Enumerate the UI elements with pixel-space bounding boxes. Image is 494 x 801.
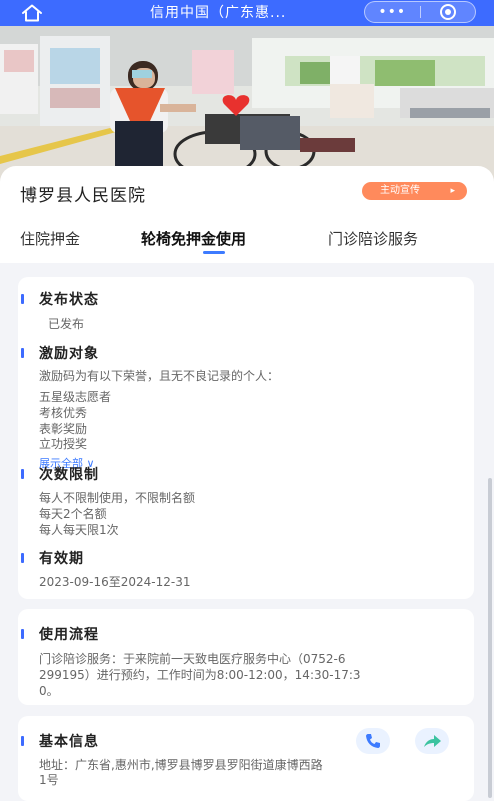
limit-item: 每人每天限1次	[39, 523, 119, 537]
home-icon	[22, 4, 42, 22]
incentive-title: 激励对象	[39, 346, 99, 362]
tab-wheelchair-deposit-free[interactable]: 轮椅免押金使用	[141, 228, 246, 249]
hospital-photo	[0, 26, 494, 184]
top-nav-bar: 信用中国（广东惠... •••	[0, 0, 494, 26]
chevron-right-icon: ▸	[450, 186, 455, 196]
tab-inpatient-deposit[interactable]: 住院押金	[20, 228, 80, 249]
details-card: 发布状态 已发布 激励对象 激励码为有以下荣誉，且无不良记录的个人： 五星级志愿…	[18, 277, 474, 599]
address-line: 地址：广东省,惠州市,博罗县博罗县罗阳街道康博西路	[39, 758, 323, 772]
usage-process-card: 使用流程 门诊陪诊服务：于来院前一天致电医疗服务中心（0752-6 299195…	[18, 609, 474, 705]
usage-process-title: 使用流程	[39, 627, 99, 643]
basic-info-card: 基本信息 地址：广东省,惠州市,博罗县博罗县罗阳街道康博西路 1号	[18, 716, 474, 801]
tab-outpatient-escort[interactable]: 门诊陪诊服务	[328, 228, 418, 249]
scrollbar[interactable]	[488, 478, 492, 798]
section-marker	[21, 553, 24, 563]
share-arrow-icon	[424, 735, 441, 747]
hospital-name: 博罗县人民医院	[20, 186, 146, 206]
limit-title: 次数限制	[39, 467, 99, 483]
close-target-icon	[439, 4, 456, 20]
nav-title: 信用中国（广东惠...	[150, 5, 287, 21]
active-tab-indicator	[203, 251, 225, 254]
validity-title: 有效期	[39, 551, 84, 567]
validity-value: 2023-09-16至2024-12-31	[39, 575, 191, 589]
publish-status-value: 已发布	[48, 317, 85, 331]
address-line: 1号	[39, 773, 59, 787]
publish-status-title: 发布状态	[39, 292, 99, 308]
consult-label: 主动宣传	[380, 185, 420, 196]
miniprogram-capsule: •••	[364, 1, 476, 23]
incentive-item: 立功授奖	[39, 437, 88, 451]
usage-process-line: 299195）进行预约，工作时间为8:00-12:00，14:30-17:3	[39, 668, 361, 682]
hospital-header-card: 博罗县人民医院 主动宣传 ▸ 住院押金 轮椅免押金使用 门诊陪诊服务	[0, 166, 494, 263]
share-button[interactable]	[415, 728, 449, 754]
usage-process-line: 门诊陪诊服务：于来院前一天致电医疗服务中心（0752-6	[39, 652, 346, 666]
phone-button[interactable]	[356, 728, 390, 754]
phone-icon	[366, 734, 380, 748]
section-marker	[21, 469, 24, 479]
consult-button[interactable]: 主动宣传 ▸	[362, 182, 467, 200]
usage-process-line: 0。	[39, 684, 59, 698]
section-marker	[21, 736, 24, 746]
home-button[interactable]	[18, 3, 46, 23]
section-marker	[21, 629, 24, 639]
close-button[interactable]	[420, 3, 475, 21]
limit-item: 每天2个名额	[39, 507, 107, 521]
section-marker	[21, 294, 24, 304]
limit-item: 每人不限制使用，不限制名额	[39, 491, 196, 505]
section-marker	[21, 348, 24, 358]
more-button[interactable]: •••	[365, 2, 420, 22]
incentive-desc: 激励码为有以下荣誉，且无不良记录的个人：	[39, 369, 280, 383]
incentive-item: 考核优秀	[39, 406, 88, 420]
basic-info-title: 基本信息	[39, 734, 99, 750]
tab-bar: 住院押金 轮椅免押金使用 门诊陪诊服务	[0, 228, 494, 258]
incentive-item: 五星级志愿者	[39, 390, 112, 404]
